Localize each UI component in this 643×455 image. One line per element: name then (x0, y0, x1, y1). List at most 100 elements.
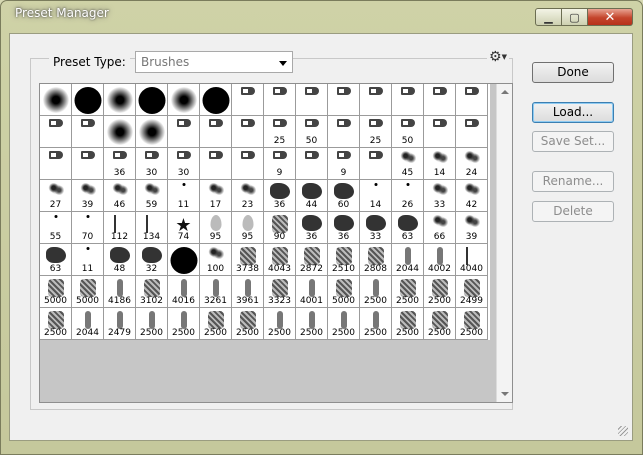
brush-preset-item[interactable]: 23 (232, 180, 264, 212)
brush-preset-item[interactable]: 45 (392, 148, 424, 180)
brush-preset-item[interactable]: 32 (136, 244, 168, 276)
brush-preset-item[interactable] (232, 116, 264, 148)
brush-preset-item[interactable] (456, 84, 488, 116)
brush-preset-item[interactable]: 2499 (456, 276, 488, 308)
brush-preset-item[interactable] (456, 116, 488, 148)
brush-preset-item[interactable] (424, 84, 456, 116)
brush-preset-item[interactable]: 2500 (392, 276, 424, 308)
brush-preset-item[interactable]: 5000 (328, 276, 360, 308)
brush-preset-item[interactable]: 50 (296, 116, 328, 148)
brush-preset-item[interactable]: 3323 (264, 276, 296, 308)
brush-preset-item[interactable]: 14 (360, 180, 392, 212)
brush-preset-item[interactable] (136, 84, 168, 116)
brush-preset-item[interactable]: 5000 (40, 276, 72, 308)
brush-preset-item[interactable]: 30 (136, 148, 168, 180)
scroll-up-icon[interactable] (501, 90, 509, 94)
brush-preset-item[interactable]: 2500 (456, 308, 488, 340)
brush-preset-item[interactable]: 70 (72, 212, 104, 244)
brush-preset-item[interactable]: 2500 (232, 308, 264, 340)
brush-preset-item[interactable]: 2500 (424, 308, 456, 340)
brush-preset-item[interactable]: 4040 (456, 244, 488, 276)
brush-preset-item[interactable]: 17 (200, 180, 232, 212)
brush-preset-item[interactable]: ★ 74 (168, 212, 200, 244)
brush-preset-item[interactable] (40, 116, 72, 148)
brush-preset-item[interactable]: 2808 (360, 244, 392, 276)
brush-preset-item[interactable]: 14 (424, 148, 456, 180)
brush-preset-item[interactable]: 90 (264, 212, 296, 244)
scroll-down-icon[interactable] (501, 392, 509, 396)
brush-preset-item[interactable]: 2500 (200, 308, 232, 340)
load-button[interactable]: Load... (532, 102, 614, 123)
brush-preset-item[interactable]: 2479 (104, 308, 136, 340)
brush-preset-item[interactable]: 9 (328, 148, 360, 180)
brush-preset-item[interactable]: 63 (392, 212, 424, 244)
vertical-scrollbar[interactable] (496, 84, 512, 402)
brush-preset-item[interactable]: 2500 (136, 308, 168, 340)
brush-preset-item[interactable] (104, 116, 136, 148)
brush-preset-item[interactable]: 2500 (40, 308, 72, 340)
brush-preset-item[interactable] (360, 148, 392, 180)
brush-preset-item[interactable]: 2500 (392, 308, 424, 340)
brush-preset-item[interactable] (200, 148, 232, 180)
brush-preset-item[interactable]: 4186 (104, 276, 136, 308)
preset-type-dropdown[interactable]: Brushes (135, 51, 293, 73)
brush-preset-item[interactable]: 100 (200, 244, 232, 276)
brush-preset-item[interactable]: 25 (264, 116, 296, 148)
brush-preset-item[interactable]: 50 (392, 116, 424, 148)
brush-preset-item[interactable] (360, 84, 392, 116)
brush-preset-item[interactable]: 4016 (168, 276, 200, 308)
brush-preset-item[interactable]: 11 (168, 180, 200, 212)
maximize-button[interactable]: ▢ (562, 8, 588, 26)
options-menu-button[interactable]: ⚙▼ (487, 49, 509, 65)
done-button[interactable]: Done (532, 62, 614, 83)
title-bar[interactable]: Preset Manager ▁ ▢ ✕ (1, 1, 642, 27)
brush-preset-item[interactable] (136, 116, 168, 148)
brush-preset-item[interactable]: 2044 (392, 244, 424, 276)
brush-preset-item[interactable]: 36 (264, 180, 296, 212)
brush-preset-item[interactable]: 112 (104, 212, 136, 244)
brush-preset-item[interactable] (296, 84, 328, 116)
brush-preset-item[interactable]: 36 (296, 212, 328, 244)
brush-preset-item[interactable]: 2510 (328, 244, 360, 276)
brush-preset-item[interactable]: 3261 (200, 276, 232, 308)
brush-preset-item[interactable] (40, 148, 72, 180)
brush-preset-item[interactable]: 4043 (264, 244, 296, 276)
brush-preset-item[interactable] (40, 84, 72, 116)
brush-preset-item[interactable] (392, 84, 424, 116)
brush-preset-item[interactable]: 2500 (296, 308, 328, 340)
brush-preset-item[interactable]: 59 (136, 180, 168, 212)
brush-preset-item[interactable]: 4001 (296, 276, 328, 308)
brush-preset-item[interactable]: 25 (360, 116, 392, 148)
brush-preset-item[interactable] (200, 84, 232, 116)
brush-preset-item[interactable] (296, 148, 328, 180)
brush-preset-item[interactable]: 60 (328, 180, 360, 212)
brush-preset-item[interactable]: 55 (40, 212, 72, 244)
resize-grip-icon[interactable] (618, 426, 628, 436)
brush-preset-item[interactable]: 24 (456, 148, 488, 180)
brush-preset-item[interactable]: 3738 (232, 244, 264, 276)
save-set-button[interactable]: Save Set... (532, 131, 614, 152)
brush-preset-item[interactable]: 27 (40, 180, 72, 212)
brush-preset-item[interactable] (328, 116, 360, 148)
brush-preset-item[interactable] (328, 84, 360, 116)
brush-preset-item[interactable] (264, 84, 296, 116)
brush-preset-item[interactable]: 4002 (424, 244, 456, 276)
brush-preset-item[interactable]: 134 (136, 212, 168, 244)
brush-preset-item[interactable]: 36 (104, 148, 136, 180)
brush-preset-item[interactable] (72, 148, 104, 180)
brush-preset-item[interactable]: 2500 (360, 276, 392, 308)
brush-preset-item[interactable]: 2872 (296, 244, 328, 276)
brush-preset-item[interactable]: 36 (328, 212, 360, 244)
brush-preset-item[interactable]: 42 (456, 180, 488, 212)
brush-preset-item[interactable]: 39 (456, 212, 488, 244)
brush-preset-item[interactable] (168, 116, 200, 148)
rename-button[interactable]: Rename... (532, 171, 614, 192)
brush-preset-item[interactable]: 55 (168, 244, 200, 276)
brush-preset-item[interactable]: 2500 (168, 308, 200, 340)
brush-preset-item[interactable]: 39 (72, 180, 104, 212)
brush-preset-item[interactable]: 44 (296, 180, 328, 212)
brush-preset-item[interactable]: 5000 (72, 276, 104, 308)
brush-preset-item[interactable] (168, 84, 200, 116)
brush-preset-item[interactable]: 46 (104, 180, 136, 212)
brush-preset-item[interactable]: 33 (360, 212, 392, 244)
